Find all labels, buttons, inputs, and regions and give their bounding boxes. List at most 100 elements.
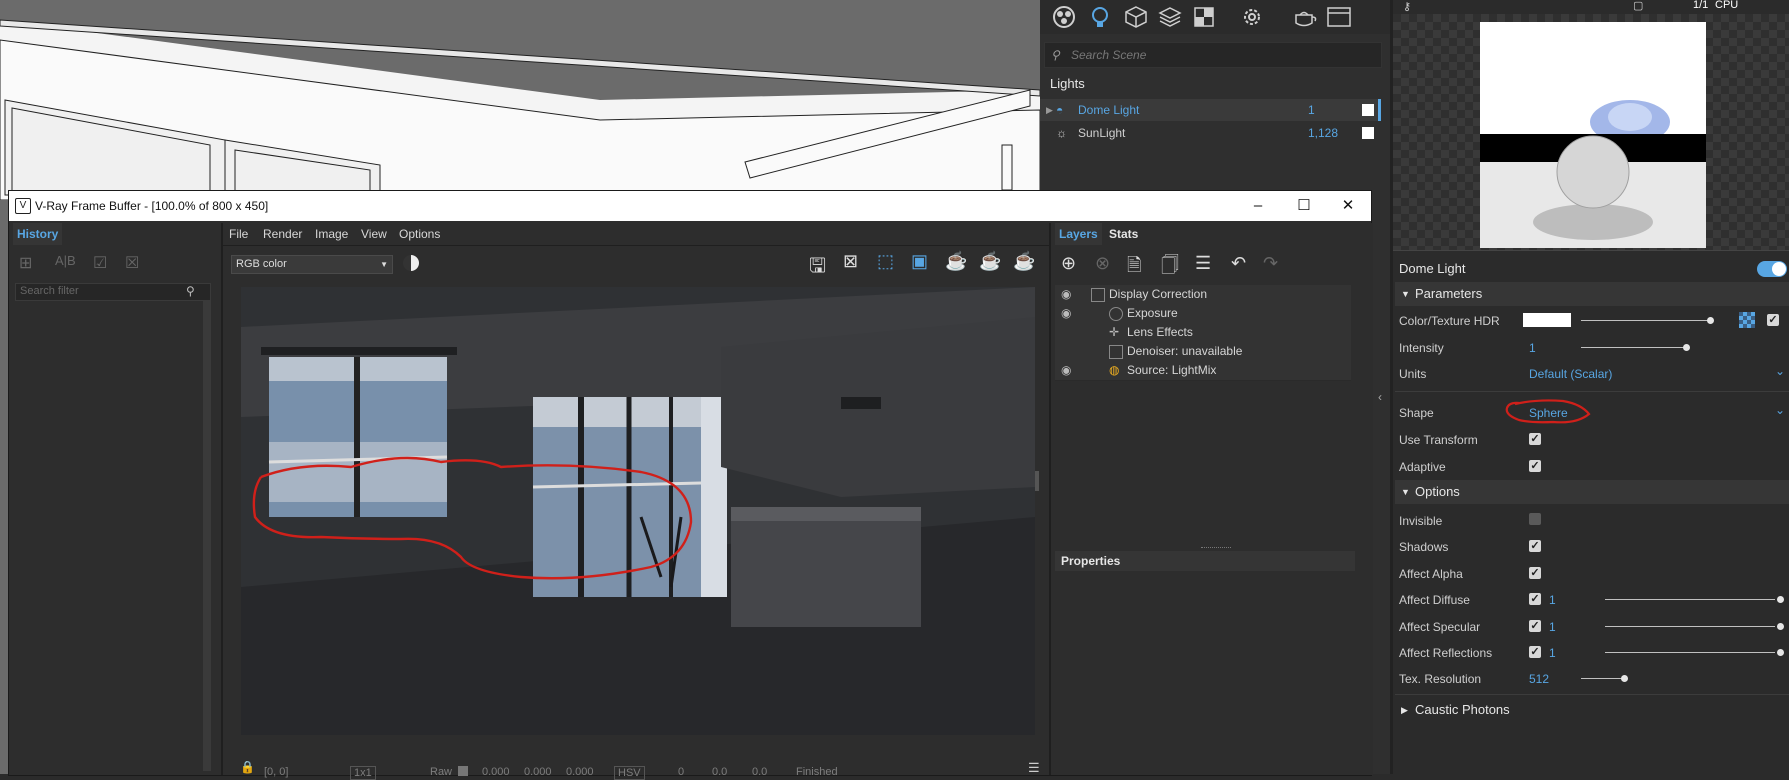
history-remove-icon[interactable]: ☒ bbox=[125, 253, 139, 273]
chevron-down-icon[interactable]: ⌄ bbox=[1775, 403, 1785, 417]
eye-icon[interactable]: ◉ bbox=[1061, 304, 1071, 323]
render-teapot-icon[interactable] bbox=[1292, 5, 1317, 29]
frame-buffer-icon[interactable] bbox=[1326, 5, 1351, 29]
menu-render[interactable]: Render bbox=[263, 227, 302, 241]
geometry-icon[interactable] bbox=[1124, 5, 1148, 29]
invisible-checkbox[interactable] bbox=[1529, 513, 1541, 525]
history-save-icon[interactable]: ⊞ bbox=[19, 253, 32, 273]
stop-render-icon[interactable]: ☕ bbox=[979, 251, 1001, 272]
chevron-down-icon[interactable]: ⌄ bbox=[1775, 364, 1785, 378]
preview-window-icon[interactable]: ▢ bbox=[1633, 0, 1643, 12]
maximize-button[interactable]: ☐ bbox=[1281, 191, 1327, 221]
units-dropdown[interactable]: Default (Scalar) bbox=[1529, 367, 1612, 381]
layers-icon[interactable] bbox=[1158, 5, 1182, 29]
tab-history[interactable]: History bbox=[13, 223, 63, 245]
section-options[interactable]: ▼ Options bbox=[1395, 480, 1789, 504]
engine-label[interactable]: CPU bbox=[1715, 0, 1738, 11]
lights-icon[interactable] bbox=[1088, 5, 1112, 29]
adaptive-checkbox[interactable]: ✓ bbox=[1529, 460, 1541, 472]
light-color-swatch[interactable] bbox=[1362, 104, 1374, 116]
affect-specular-checkbox[interactable]: ✓ bbox=[1529, 620, 1541, 632]
intensity-slider-track[interactable] bbox=[1581, 347, 1687, 348]
color-swatch[interactable] bbox=[1523, 313, 1571, 327]
undo-icon[interactable]: ↶ bbox=[1231, 253, 1246, 274]
affect-diffuse-knob[interactable] bbox=[1777, 596, 1784, 603]
scene-search-input[interactable]: ⚲ Search Scene bbox=[1044, 42, 1382, 68]
affect-specular-slider[interactable] bbox=[1605, 626, 1775, 627]
render-image[interactable] bbox=[241, 287, 1035, 735]
eye-icon[interactable]: ◉ bbox=[1061, 285, 1071, 304]
ratio-label[interactable]: 1/1 bbox=[1693, 0, 1708, 11]
delete-layer-icon[interactable]: ⊗ bbox=[1095, 253, 1110, 274]
texture-enable-checkbox[interactable]: ✓ bbox=[1767, 314, 1779, 326]
affect-specular-knob[interactable] bbox=[1777, 623, 1784, 630]
preview-lock-icon[interactable]: ⚷ bbox=[1403, 0, 1411, 13]
splitter-handle[interactable] bbox=[1035, 471, 1039, 491]
history-scrollbar[interactable] bbox=[203, 301, 211, 771]
tab-stats[interactable]: Stats bbox=[1105, 223, 1142, 245]
affect-reflections-value[interactable]: 1 bbox=[1549, 646, 1556, 660]
shadows-checkbox[interactable]: ✓ bbox=[1529, 540, 1541, 552]
lock-icon[interactable]: 🔒 bbox=[240, 760, 255, 774]
menu-file[interactable]: File bbox=[229, 227, 248, 241]
use-transform-checkbox[interactable]: ✓ bbox=[1529, 433, 1541, 445]
light-row-dome[interactable]: ▶ ◓ Dome Light 1 bbox=[1040, 99, 1381, 121]
affect-reflections-knob[interactable] bbox=[1777, 649, 1784, 656]
affect-diffuse-slider[interactable] bbox=[1605, 599, 1775, 600]
layer-row[interactable]: Denoiser: unavailable bbox=[1055, 342, 1351, 362]
affect-diffuse-checkbox[interactable]: ✓ bbox=[1529, 593, 1541, 605]
section-caustic-photons[interactable]: ▶ Caustic Photons bbox=[1395, 698, 1789, 722]
history-load-icon[interactable]: ☑ bbox=[93, 253, 107, 273]
section-parameters[interactable]: ▼ Parameters bbox=[1395, 282, 1789, 306]
affect-diffuse-value[interactable]: 1 bbox=[1549, 593, 1556, 607]
color-picker-icon[interactable] bbox=[403, 255, 419, 271]
history-compare-icon[interactable]: A|B bbox=[55, 253, 76, 268]
menu-view[interactable]: View bbox=[361, 227, 387, 241]
tex-resolution-value[interactable]: 512 bbox=[1529, 672, 1549, 686]
affect-specular-value[interactable]: 1 bbox=[1549, 620, 1556, 634]
close-button[interactable]: ✕ bbox=[1325, 191, 1371, 221]
light-color-swatch[interactable] bbox=[1362, 127, 1374, 139]
menu-image[interactable]: Image bbox=[315, 227, 348, 241]
tex-resolution-knob[interactable] bbox=[1621, 675, 1628, 682]
textures-icon[interactable] bbox=[1192, 5, 1216, 29]
interactive-render-icon[interactable]: ☕ bbox=[945, 251, 967, 272]
tex-resolution-slider[interactable] bbox=[1581, 678, 1625, 679]
layer-row[interactable]: ✛ Lens Effects bbox=[1055, 323, 1351, 343]
load-layers-icon[interactable]: 🗍 bbox=[1161, 253, 1179, 283]
settings-icon[interactable] bbox=[1240, 5, 1264, 29]
affect-reflections-checkbox[interactable]: ✓ bbox=[1529, 646, 1541, 658]
eye-icon[interactable]: ◉ bbox=[1061, 361, 1071, 380]
expand-arrow-icon[interactable]: ▶ bbox=[1046, 99, 1053, 121]
affect-alpha-checkbox[interactable]: ✓ bbox=[1529, 567, 1541, 579]
intensity-value[interactable]: 1 bbox=[1529, 341, 1536, 355]
layer-row[interactable]: ◉ ◍ Source: LightMix bbox=[1055, 361, 1351, 381]
collapse-panel-icon[interactable]: ‹ bbox=[1378, 390, 1382, 404]
region-render-icon[interactable]: ⬚ bbox=[877, 251, 894, 272]
texture-slot-icon[interactable] bbox=[1739, 312, 1755, 328]
layer-row[interactable]: ◉ Display Correction bbox=[1055, 285, 1351, 305]
color-slider-knob[interactable] bbox=[1707, 317, 1714, 324]
light-row-sun[interactable]: ☼ SunLight 1,128 bbox=[1040, 122, 1380, 144]
save-layers-icon[interactable]: 🗎 bbox=[1127, 253, 1141, 283]
add-layer-icon[interactable]: ⊕ bbox=[1061, 253, 1076, 274]
redo-icon[interactable]: ↷ bbox=[1263, 253, 1278, 274]
layer-presets-icon[interactable]: ☰ bbox=[1195, 253, 1211, 274]
layer-row[interactable]: ◉ Exposure bbox=[1055, 304, 1351, 324]
color-mode-select[interactable]: HSV bbox=[614, 766, 645, 780]
minimize-button[interactable]: – bbox=[1235, 191, 1281, 221]
materials-icon[interactable] bbox=[1052, 5, 1076, 29]
zoom-select[interactable]: 1x1 bbox=[350, 766, 376, 780]
channel-select[interactable]: RGB color ▼ bbox=[231, 255, 393, 274]
save-image-icon[interactable]: 🖫 bbox=[809, 251, 826, 285]
window-titlebar[interactable]: V V-Ray Frame Buffer - [100.0% of 800 x … bbox=[9, 191, 1371, 221]
render-region-icon[interactable]: ▣ bbox=[911, 251, 928, 272]
affect-reflections-slider[interactable] bbox=[1605, 652, 1775, 653]
render-icon[interactable]: ☕ bbox=[1013, 251, 1035, 272]
light-enable-toggle[interactable] bbox=[1757, 261, 1787, 277]
intensity-slider-knob[interactable] bbox=[1683, 344, 1690, 351]
color-slider-track[interactable] bbox=[1581, 320, 1711, 321]
menu-options[interactable]: Options bbox=[399, 227, 440, 241]
tab-layers[interactable]: Layers bbox=[1055, 223, 1102, 245]
history-search-input[interactable]: Search filter ⚲ bbox=[15, 283, 211, 301]
